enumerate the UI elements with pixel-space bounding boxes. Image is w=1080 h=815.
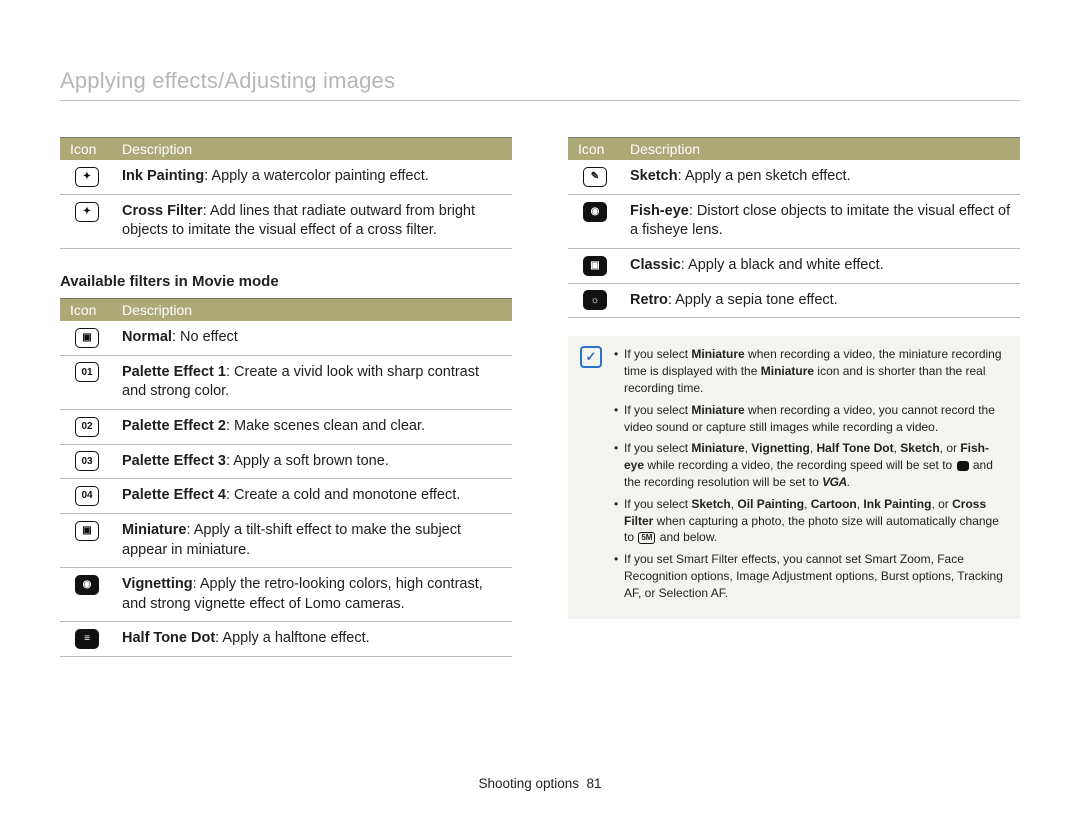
- note-item: If you select Miniature when recording a…: [614, 402, 1004, 436]
- sketch-icon: ✎: [583, 167, 607, 187]
- th-desc: Description: [112, 138, 512, 161]
- table-movie-filters: Icon Description ▣Normal: No effect 01Pa…: [60, 298, 512, 657]
- res5m-badge: 5M: [638, 532, 655, 544]
- palette2-icon: 02: [75, 417, 99, 437]
- palette3-icon: 03: [75, 451, 99, 471]
- table-row: ☼Retro: Apply a sepia tone effect.: [568, 283, 1020, 318]
- note-item: If you set Smart Filter effects, you can…: [614, 551, 1004, 601]
- th-desc: Description: [112, 298, 512, 321]
- vga-label: VGA: [822, 475, 847, 489]
- note-item: If you select Miniature, Vignetting, Hal…: [614, 440, 1004, 490]
- th-icon: Icon: [60, 298, 112, 321]
- left-column: Icon Description ✦ Ink Painting: Apply a…: [60, 137, 512, 657]
- page-title: Applying effects/Adjusting images: [60, 68, 1020, 101]
- palette4-icon: 04: [75, 486, 99, 506]
- table-row: ▣Normal: No effect: [60, 321, 512, 355]
- cross-filter-icon: ✦: [75, 202, 99, 222]
- table-row: ◉Vignetting: Apply the retro-looking col…: [60, 568, 512, 622]
- note-item: If you select Sketch, Oil Painting, Cart…: [614, 496, 1004, 546]
- th-icon: Icon: [568, 138, 620, 161]
- table-row: ✦ Ink Painting: Apply a watercolor paint…: [60, 160, 512, 194]
- miniature-icon: ▣: [75, 521, 99, 541]
- table-row: 03Palette Effect 3: Apply a soft brown t…: [60, 444, 512, 479]
- table-row: ▣Miniature: Apply a tilt-shift effect to…: [60, 514, 512, 568]
- movie-mode-heading: Available filters in Movie mode: [60, 273, 512, 290]
- table-effects-right: Icon Description ✎Sketch: Apply a pen sk…: [568, 137, 1020, 318]
- palette1-icon: 01: [75, 362, 99, 382]
- speed-icon: [957, 461, 969, 471]
- table-row: ▣Classic: Apply a black and white effect…: [568, 248, 1020, 283]
- table-effects-top: Icon Description ✦ Ink Painting: Apply a…: [60, 137, 512, 249]
- info-icon: ✓: [580, 346, 602, 368]
- info-note-box: ✓ If you select Miniature when recording…: [568, 336, 1020, 618]
- fisheye-icon: ◉: [583, 202, 607, 222]
- table-row: 02Palette Effect 2: Make scenes clean an…: [60, 409, 512, 444]
- th-icon: Icon: [60, 138, 112, 161]
- note-item: If you select Miniature when recording a…: [614, 346, 1004, 396]
- vignetting-icon: ◉: [75, 575, 99, 595]
- table-row: ◉Fish-eye: Distort close objects to imit…: [568, 194, 1020, 248]
- ink-painting-icon: ✦: [75, 167, 99, 187]
- th-desc: Description: [620, 138, 1020, 161]
- right-column: Icon Description ✎Sketch: Apply a pen sk…: [568, 137, 1020, 657]
- table-row: 01Palette Effect 1: Create a vivid look …: [60, 355, 512, 409]
- classic-icon: ▣: [583, 256, 607, 276]
- table-row: ✦ Cross Filter: Add lines that radiate o…: [60, 194, 512, 248]
- halftone-icon: ≡: [75, 629, 99, 649]
- retro-icon: ☼: [583, 290, 607, 310]
- table-row: 04Palette Effect 4: Create a cold and mo…: [60, 479, 512, 514]
- page-footer: Shooting options 81: [0, 776, 1080, 791]
- table-row: ✎Sketch: Apply a pen sketch effect.: [568, 160, 1020, 194]
- table-row: ≡Half Tone Dot: Apply a halftone effect.: [60, 622, 512, 657]
- normal-icon: ▣: [75, 328, 99, 348]
